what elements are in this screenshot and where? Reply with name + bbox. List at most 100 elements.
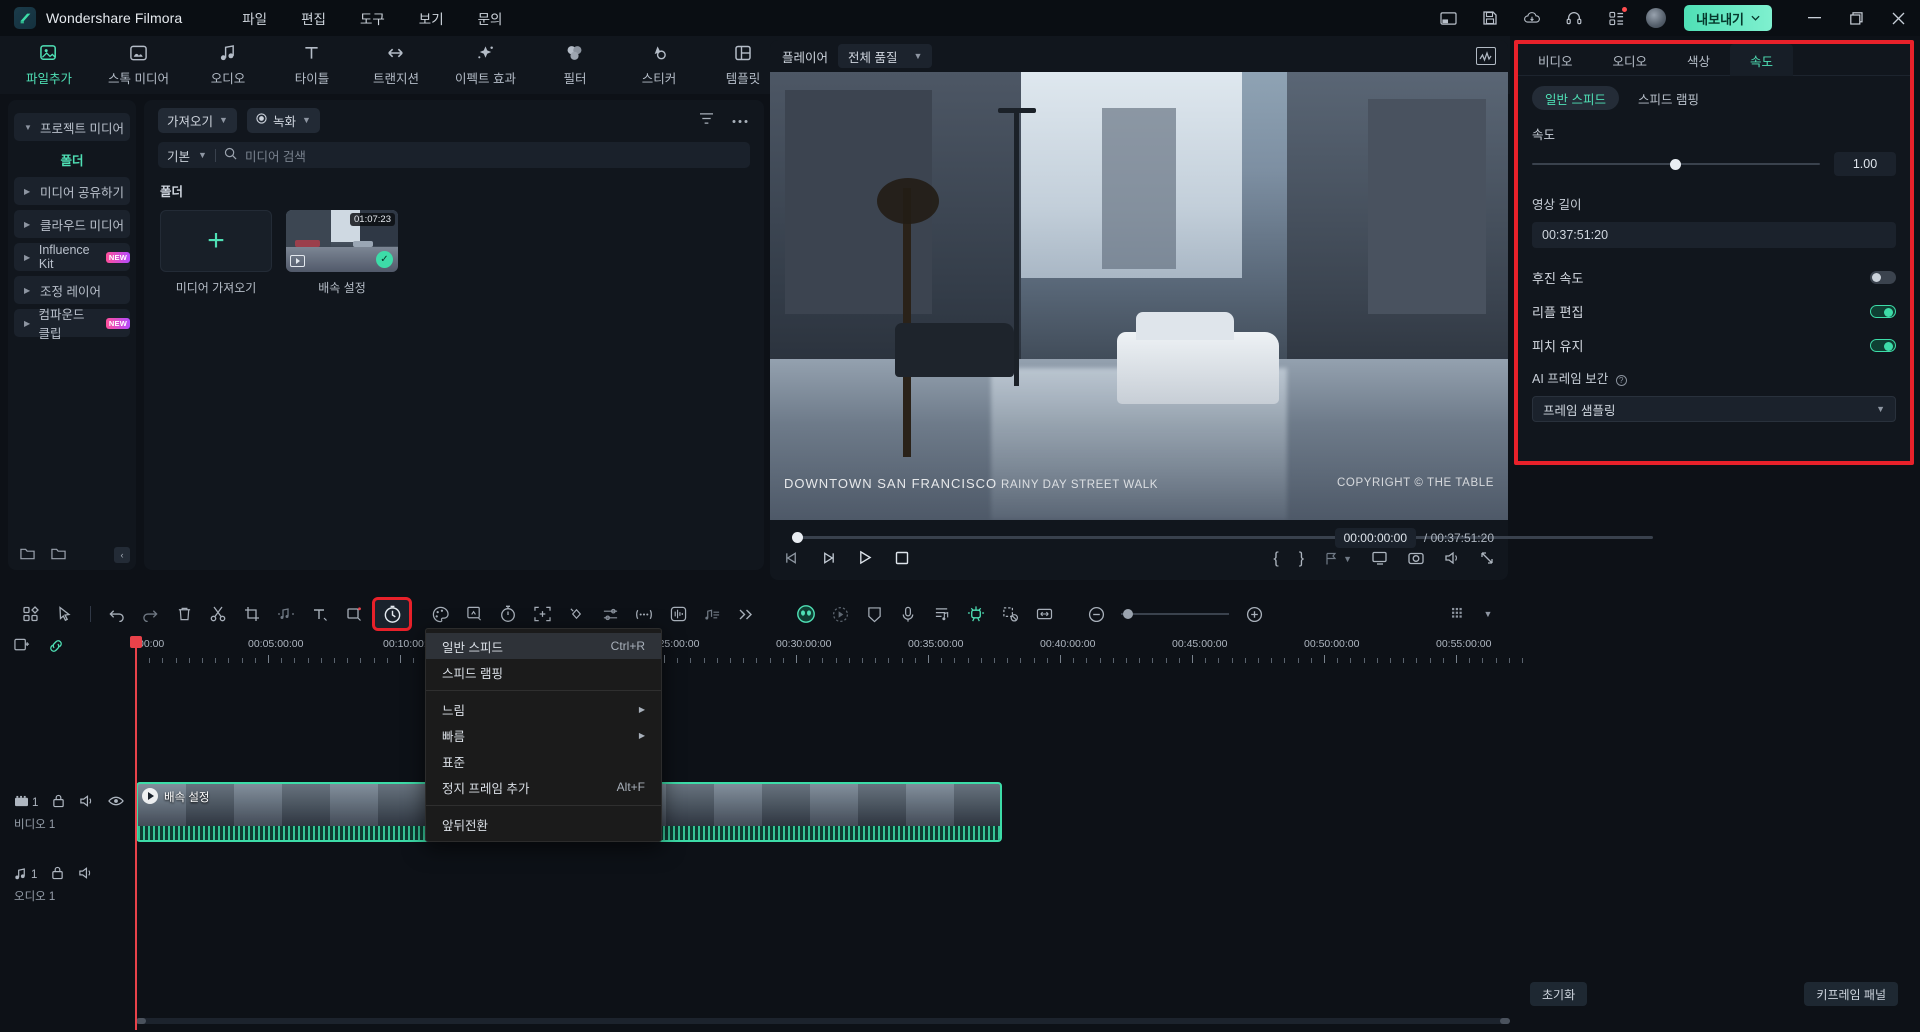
stopwatch-icon[interactable] — [491, 600, 525, 628]
reset-button[interactable]: 초기화 — [1530, 982, 1588, 1006]
keyframe-diamond-icon[interactable] — [559, 600, 593, 628]
cloud-upload-icon[interactable] — [1520, 6, 1544, 30]
camera-icon[interactable] — [1408, 551, 1424, 568]
select-pointer-icon[interactable] — [48, 600, 82, 628]
sticker-remove-icon[interactable] — [993, 600, 1027, 628]
current-time[interactable]: 00:00:00:00 — [1334, 528, 1416, 548]
undo-icon[interactable] — [99, 600, 133, 628]
menu-item-view[interactable]: 보기 — [419, 8, 444, 28]
more-chevrons-icon[interactable] — [729, 600, 763, 628]
layout-icon[interactable] — [1436, 6, 1460, 30]
export-button[interactable]: 내보내기 — [1684, 5, 1772, 31]
menu-item-add-freeze-frame[interactable]: 정지 프레임 추가 Alt+F — [426, 774, 661, 800]
menu-item-normal[interactable]: 표준 — [426, 748, 661, 774]
tab-templates[interactable]: 템플릿 — [712, 39, 774, 91]
sidebar-item-cloud-media[interactable]: ▶ 클라우드 미디어 — [14, 210, 130, 238]
record-button[interactable]: 녹화 ▼ — [246, 107, 320, 133]
mask-icon[interactable] — [337, 600, 371, 628]
add-marker-icon[interactable]: ▼ — [1324, 552, 1352, 566]
timeline-zoom-slider[interactable] — [1121, 608, 1229, 620]
menu-item-edit[interactable]: 편집 — [301, 8, 326, 28]
green-screen-icon[interactable] — [457, 600, 491, 628]
subtitle-icon[interactable] — [925, 600, 959, 628]
seek-knob[interactable] — [792, 532, 803, 543]
media-import-cell[interactable]: + 미디어 가져오기 — [160, 210, 272, 296]
avatar[interactable] — [1646, 8, 1667, 28]
redo-icon[interactable] — [133, 600, 167, 628]
link-icon[interactable] — [48, 638, 64, 657]
menu-item-support[interactable]: 문의 — [478, 8, 503, 28]
eye-icon[interactable] — [108, 795, 125, 810]
sidebar-item-adjustment-layer[interactable]: ▶ 조정 레이어 — [14, 276, 130, 304]
split-scissors-icon[interactable] — [201, 600, 235, 628]
chevron-down-icon[interactable]: ▼ — [1480, 600, 1496, 628]
reverse-speed-toggle[interactable] — [1870, 270, 1896, 284]
delete-icon[interactable] — [167, 600, 201, 628]
tab-effects[interactable]: 이펙트 효과 — [449, 39, 522, 91]
import-dropzone[interactable]: + — [160, 210, 272, 272]
add-frame-icon[interactable] — [525, 600, 559, 628]
tab-stickers[interactable]: 스티커 — [628, 39, 690, 91]
menu-item-slow[interactable]: 느림 ▶ — [426, 696, 661, 722]
sidebar-subitem-folder[interactable]: 폴더 — [8, 146, 136, 172]
tab-stock-media[interactable]: 스톡 미디어 — [102, 39, 175, 91]
duration-input[interactable]: 00:37:51:20 — [1532, 222, 1896, 248]
tab-transitions[interactable]: 트랜지션 — [365, 39, 427, 91]
headset-icon[interactable] — [1562, 6, 1586, 30]
zoom-slider-knob[interactable] — [1123, 609, 1133, 619]
ripple-edit-toggle[interactable] — [1870, 304, 1896, 318]
color-palette-icon[interactable] — [423, 600, 457, 628]
menu-item-tools[interactable]: 도구 — [360, 8, 385, 28]
mute-icon[interactable] — [79, 794, 94, 811]
prev-frame-icon[interactable] — [784, 551, 799, 568]
playhead[interactable] — [130, 636, 142, 1030]
silence-detect-icon[interactable] — [627, 600, 661, 628]
crop-icon[interactable] — [235, 600, 269, 628]
tab-audio[interactable]: 오디오 — [1593, 44, 1668, 76]
tab-speed[interactable]: 속도 — [1730, 44, 1794, 76]
menu-item-fast[interactable]: 빠름 ▶ — [426, 722, 661, 748]
quality-dropdown[interactable]: 전체 품질 ▼ — [838, 44, 933, 68]
minimize-icon[interactable] — [1806, 10, 1822, 26]
sidebar-item-influence-kit[interactable]: ▶ Influence Kit NEW — [14, 243, 130, 271]
tab-color[interactable]: 색상 — [1667, 44, 1730, 76]
menu-item-speed-ramping[interactable]: 스피드 램핑 — [426, 659, 661, 685]
segment-speed-ramping[interactable]: 스피드 램핑 — [1625, 86, 1712, 110]
add-track-icon[interactable] — [14, 638, 30, 657]
filter-icon[interactable] — [699, 112, 714, 128]
segment-uniform-speed[interactable]: 일반 스피드 — [1532, 86, 1619, 110]
adjust-sliders-icon[interactable] — [593, 600, 627, 628]
text-icon[interactable] — [303, 600, 337, 628]
tab-video[interactable]: 비디오 — [1518, 44, 1593, 76]
music-beat-icon[interactable] — [695, 600, 729, 628]
folder-icon[interactable] — [51, 547, 66, 564]
stop-icon[interactable] — [895, 551, 909, 568]
sidebar-item-compound-clip[interactable]: ▶ 컴파운드 클립 NEW — [14, 308, 130, 341]
view-options-icon[interactable] — [1442, 600, 1476, 628]
timeline-hscrollbar[interactable] — [136, 1018, 1510, 1024]
media-search-bar[interactable]: 기본 ▼ 미디어 검색 — [158, 142, 750, 168]
next-frame-icon[interactable] — [821, 551, 836, 568]
sidebar-item-project-media[interactable]: ▼ 프로젝트 미디어 — [14, 113, 130, 141]
new-folder-icon[interactable] — [20, 547, 35, 564]
menu-item-uniform-speed[interactable]: 일반 스피드 Ctrl+R — [426, 633, 661, 659]
speed-slider[interactable] — [1532, 157, 1820, 171]
tab-filters[interactable]: 필터 — [544, 39, 606, 91]
timeline-ruler[interactable]: 00:00 00:05:00:00 00:10:00:00 00:25:00:0… — [136, 636, 1523, 676]
play-icon[interactable] — [858, 550, 873, 568]
more-dots-icon[interactable] — [732, 112, 748, 128]
help-circle-icon[interactable]: ? — [1615, 375, 1627, 386]
zoom-out-icon[interactable] — [1079, 600, 1113, 628]
lock-icon[interactable] — [51, 866, 64, 883]
search-input[interactable]: 미디어 검색 — [245, 146, 306, 165]
ai-tool-icon[interactable] — [959, 600, 993, 628]
ai-face-icon[interactable] — [789, 600, 823, 628]
audio-wave-box-icon[interactable] — [661, 600, 695, 628]
menu-item-file[interactable]: 파일 — [242, 8, 267, 28]
snapshot-screen-icon[interactable] — [1372, 551, 1388, 568]
media-clip-cell[interactable]: 01:07:23 ✓ 배속 설정 — [286, 210, 398, 296]
fullscreen-icon[interactable] — [1480, 551, 1494, 568]
motion-tracking-icon[interactable] — [823, 600, 857, 628]
scroll-handle-right[interactable] — [1500, 1018, 1510, 1024]
sidebar-item-share-media[interactable]: ▶ 미디어 공유하기 — [14, 177, 130, 205]
